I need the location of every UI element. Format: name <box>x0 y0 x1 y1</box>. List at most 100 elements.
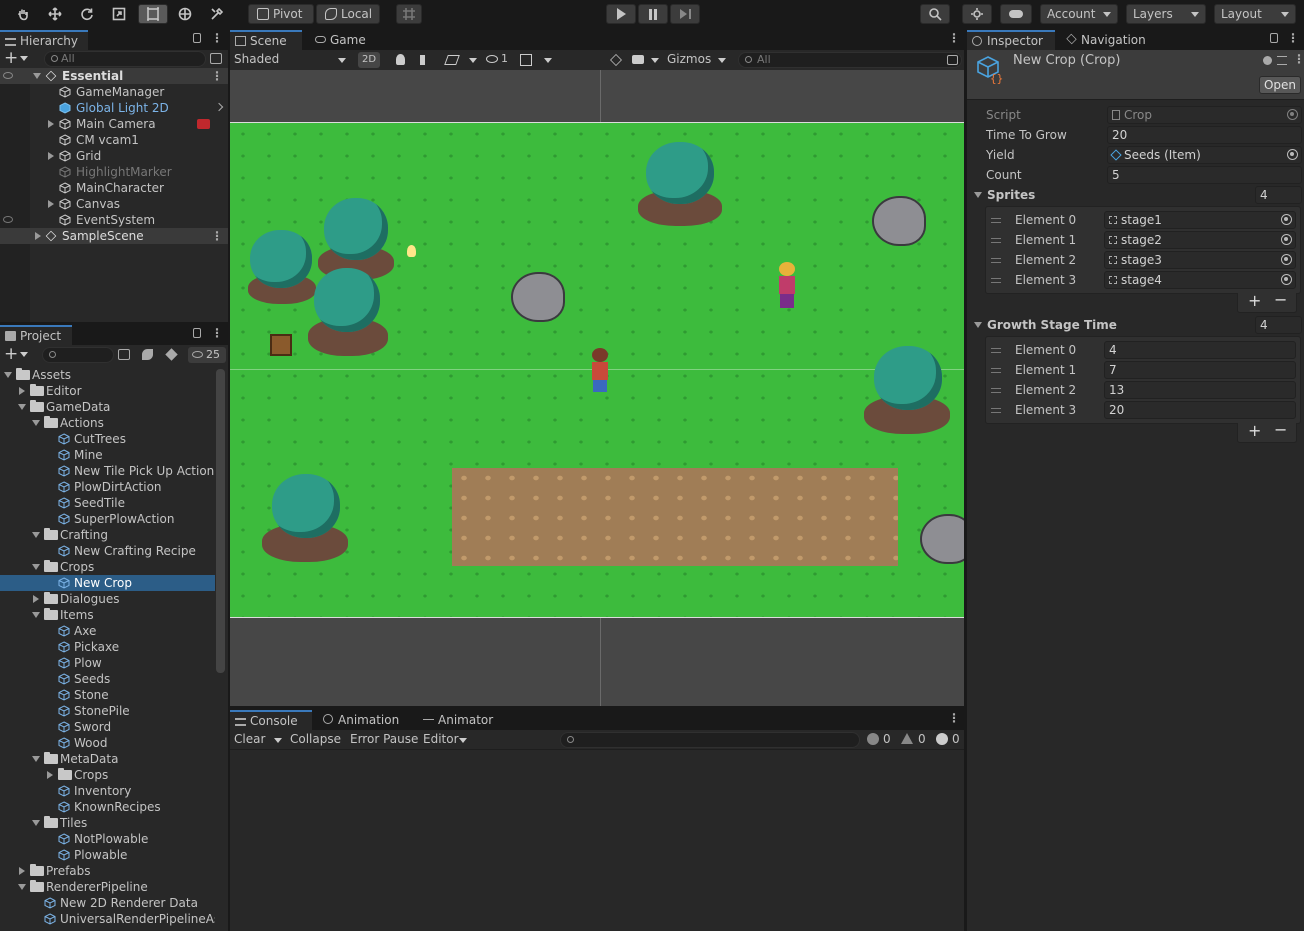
more-menu-icon[interactable]: ⋮ <box>948 31 960 45</box>
rotate-tool-icon[interactable] <box>72 4 102 24</box>
chevron-down-icon[interactable] <box>651 58 659 63</box>
hierarchy-item[interactable]: MainCharacter <box>0 180 228 196</box>
editor-dropdown[interactable]: Editor <box>423 732 459 746</box>
tab-scene[interactable]: Scene <box>230 30 302 50</box>
hierarchy-item[interactable]: Global Light 2D <box>0 100 228 116</box>
folder-item[interactable]: Dialogues <box>0 591 215 607</box>
local-toggle[interactable]: Local <box>316 4 380 24</box>
hierarchy-item[interactable]: CM vcam1 <box>0 132 228 148</box>
folder-item[interactable]: RendererPipeline <box>0 879 215 895</box>
asset-item[interactable]: New Crafting Recipe <box>0 543 215 559</box>
more-menu-icon[interactable]: ⋮ <box>1287 31 1299 45</box>
layers-dropdown[interactable]: Layers <box>1126 4 1206 24</box>
remove-element-icon[interactable]: − <box>1274 420 1287 439</box>
asset-item[interactable]: SuperPlowAction <box>0 511 215 527</box>
search-by-label-icon[interactable] <box>165 348 178 361</box>
chevron-right-icon[interactable] <box>214 102 224 112</box>
hidden-eye-icon[interactable] <box>3 216 13 223</box>
project-scrollbar[interactable] <box>216 369 225 673</box>
drag-handle-icon[interactable] <box>991 408 1001 413</box>
folder-item[interactable]: Crafting <box>0 527 215 543</box>
expand-arrow-icon[interactable] <box>974 192 982 198</box>
drag-handle-icon[interactable] <box>991 238 1001 243</box>
scene-row-sample[interactable]: SampleScene ⋮ <box>0 228 228 244</box>
expand-arrow-icon[interactable] <box>19 387 25 395</box>
asset-item[interactable]: NotPlowable <box>0 831 215 847</box>
presets-icon[interactable] <box>1277 56 1287 65</box>
tools-icon[interactable] <box>610 54 622 66</box>
more-menu-icon[interactable]: ⋮ <box>1293 52 1304 66</box>
splitter[interactable] <box>964 28 967 931</box>
play-button[interactable] <box>606 4 636 24</box>
eye-icon[interactable] <box>3 72 13 79</box>
growth-size-field[interactable]: 4 <box>1255 316 1302 334</box>
scene-filter-icon[interactable] <box>947 55 958 65</box>
asset-item[interactable]: KnownRecipes <box>0 799 215 815</box>
console-search-input[interactable] <box>560 732 860 748</box>
tab-game[interactable]: Game <box>310 30 370 50</box>
drag-handle-icon[interactable] <box>991 278 1001 283</box>
audio-icon[interactable] <box>420 55 430 65</box>
services-button[interactable] <box>962 4 992 24</box>
folder-item[interactable]: Prefabs <box>0 863 215 879</box>
tab-inspector[interactable]: Inspector <box>967 30 1055 50</box>
collapse-button[interactable]: Collapse <box>290 732 341 746</box>
chevron-down-icon[interactable] <box>459 738 467 743</box>
lighting-icon[interactable] <box>396 54 405 65</box>
lock-icon[interactable] <box>193 328 201 338</box>
more-menu-icon[interactable]: ⋮ <box>211 68 223 84</box>
hierarchy-item[interactable]: Grid <box>0 148 228 164</box>
tab-project[interactable]: Project <box>0 325 72 345</box>
hierarchy-item[interactable]: Canvas <box>0 196 228 212</box>
folder-item[interactable]: GameData <box>0 399 215 415</box>
more-menu-icon[interactable]: ⋮ <box>211 31 223 45</box>
expand-arrow-icon[interactable] <box>974 322 982 328</box>
lock-icon[interactable] <box>193 33 201 43</box>
drag-handle-icon[interactable] <box>991 218 1001 223</box>
expand-arrow-icon[interactable] <box>32 564 40 570</box>
help-icon[interactable] <box>1263 56 1272 65</box>
asset-item[interactable]: New 2D Renderer Data <box>0 895 215 911</box>
sprite-field[interactable]: stage3 <box>1104 251 1296 269</box>
growth-time-field[interactable]: 13 <box>1104 381 1296 399</box>
hidden-packages-toggle[interactable]: 25 <box>188 347 226 363</box>
expand-arrow-icon[interactable] <box>4 372 12 378</box>
scene-row-essential[interactable]: Essential ⋮ <box>0 68 228 84</box>
tab-animator[interactable]: Animator <box>418 710 502 730</box>
layout-dropdown[interactable]: Layout <box>1214 4 1296 24</box>
grid-toggle-icon[interactable] <box>520 54 532 66</box>
hierarchy-item[interactable]: Main Camera <box>0 116 228 132</box>
asset-item[interactable]: Sword <box>0 719 215 735</box>
effects-icon[interactable] <box>444 55 460 65</box>
asset-item[interactable]: New Tile Pick Up Action <box>0 463 215 479</box>
asset-item[interactable]: Pickaxe <box>0 639 215 655</box>
growth-time-field[interactable]: 7 <box>1104 361 1296 379</box>
scale-tool-icon[interactable] <box>104 4 134 24</box>
hand-tool-icon[interactable] <box>8 4 38 24</box>
sprites-size-field[interactable]: 4 <box>1255 186 1302 204</box>
asset-item[interactable]: Wood <box>0 735 215 751</box>
hidden-eye-icon[interactable] <box>486 55 498 63</box>
asset-item[interactable]: Plowable <box>0 847 215 863</box>
expand-arrow-icon[interactable] <box>48 200 54 208</box>
object-picker-icon[interactable] <box>1281 254 1292 265</box>
asset-item[interactable]: Seeds <box>0 671 215 687</box>
clear-button[interactable]: Clear <box>234 732 265 746</box>
expand-arrow-icon[interactable] <box>33 73 41 79</box>
asset-item[interactable]: Stone <box>0 687 215 703</box>
expand-arrow-icon[interactable] <box>32 532 40 538</box>
more-menu-icon[interactable]: ⋮ <box>948 711 960 725</box>
more-menu-icon[interactable]: ⋮ <box>211 228 223 244</box>
object-picker-icon[interactable] <box>1281 214 1292 225</box>
expand-arrow-icon[interactable] <box>18 404 26 410</box>
info-icon[interactable] <box>867 733 879 745</box>
expand-arrow-icon[interactable] <box>47 771 53 779</box>
tab-hierarchy[interactable]: Hierarchy <box>0 30 88 50</box>
tab-animation[interactable]: Animation <box>318 710 412 730</box>
folder-item[interactable]: Crops <box>0 559 215 575</box>
scene-filter-icon[interactable] <box>210 53 222 64</box>
drag-handle-icon[interactable] <box>991 258 1001 263</box>
shading-dropdown[interactable]: Shaded <box>230 50 350 70</box>
transform-tool-icon[interactable] <box>170 4 200 24</box>
scene-search-input[interactable]: All <box>738 52 962 68</box>
